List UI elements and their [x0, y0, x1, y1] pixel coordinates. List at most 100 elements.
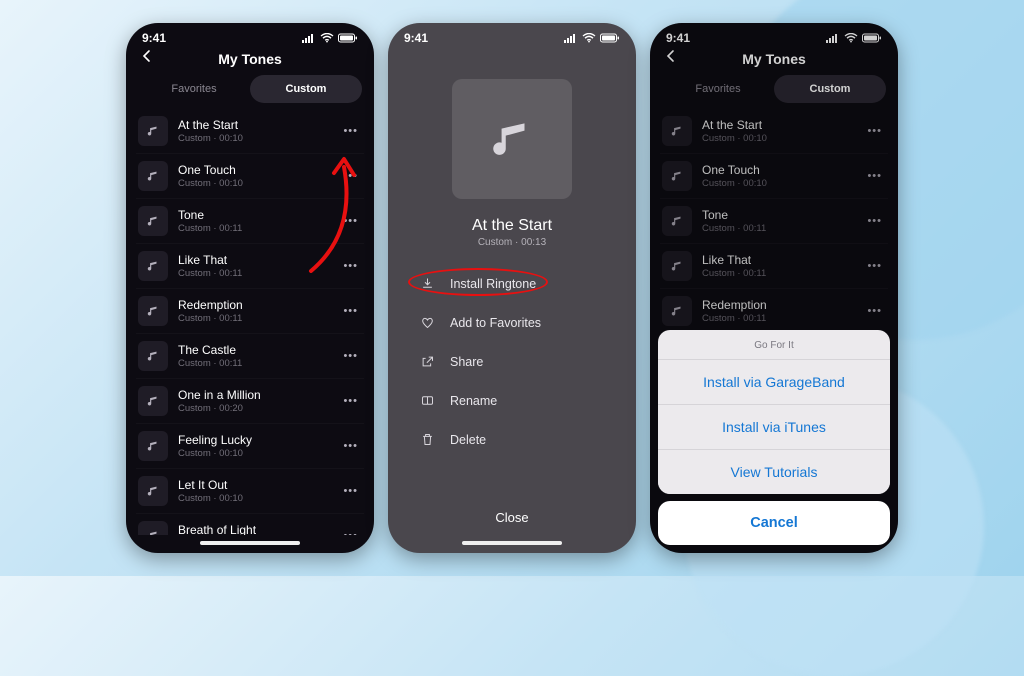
music-note-icon: [138, 341, 168, 371]
tone-title: Redemption: [178, 298, 329, 312]
song-title: At the Start: [472, 217, 552, 235]
music-note-icon: [138, 251, 168, 281]
music-note-icon: [138, 296, 168, 326]
action-delete[interactable]: Delete: [414, 422, 610, 457]
phone-screen-2: 9:41 At the Start Custom · 00:13 Install…: [388, 23, 636, 553]
more-button[interactable]: •••: [339, 391, 362, 411]
music-note-icon: [138, 431, 168, 461]
sheet-option-garageband[interactable]: Install via GarageBand: [658, 360, 890, 405]
tone-title: Let It Out: [178, 478, 329, 492]
music-note-icon: [138, 476, 168, 506]
phone-screen-1: 9:41 My Tones Favorites Custom At the St…: [126, 23, 374, 553]
more-button[interactable]: •••: [339, 526, 362, 535]
more-button[interactable]: •••: [339, 256, 362, 276]
more-button[interactable]: •••: [339, 346, 362, 366]
tab-custom[interactable]: Custom: [250, 75, 362, 103]
battery-icon: [600, 33, 620, 43]
action-list: Install Ringtone Add to Favorites Share …: [414, 266, 610, 457]
tone-subtitle: Custom · 00:10: [178, 493, 329, 504]
status-indicators: [302, 33, 358, 43]
tone-title: One in a Million: [178, 388, 329, 402]
tone-subtitle: Custom · 00:11: [178, 358, 329, 369]
action-rename[interactable]: Rename: [414, 383, 610, 418]
action-label: Install Ringtone: [450, 277, 536, 291]
more-button[interactable]: •••: [339, 436, 362, 456]
tone-subtitle: Custom · 00:11: [178, 223, 329, 234]
list-item[interactable]: Tone Custom · 00:11 •••: [136, 199, 364, 244]
tones-list: At the Start Custom · 00:10 ••• One Touc…: [126, 109, 374, 535]
list-item[interactable]: Like That Custom · 00:11 •••: [136, 244, 364, 289]
music-note-icon: [138, 521, 168, 535]
song-subtitle: Custom · 00:13: [478, 237, 546, 248]
segmented-tabs: Favorites Custom: [138, 75, 362, 103]
tone-subtitle: Custom · 00:10: [178, 448, 329, 459]
more-button[interactable]: •••: [339, 166, 362, 186]
tone-subtitle: Custom · 00:10: [178, 178, 329, 189]
tone-title: Like That: [178, 253, 329, 267]
wifi-icon: [320, 33, 334, 43]
more-button[interactable]: •••: [339, 481, 362, 501]
chevron-left-icon: [140, 49, 154, 63]
action-add-favorite[interactable]: Add to Favorites: [414, 305, 610, 340]
trash-icon: [418, 432, 436, 447]
tone-title: At the Start: [178, 118, 329, 132]
tone-title: The Castle: [178, 343, 329, 357]
list-item[interactable]: Breath of Light Custom · 00:10 •••: [136, 514, 364, 535]
music-note-icon: [138, 206, 168, 236]
list-item[interactable]: Let It Out Custom · 00:10 •••: [136, 469, 364, 514]
battery-icon: [338, 33, 358, 43]
back-button[interactable]: [140, 49, 154, 68]
status-time: 9:41: [404, 31, 428, 45]
sheet-option-itunes[interactable]: Install via iTunes: [658, 405, 890, 450]
status-time: 9:41: [142, 31, 166, 45]
download-icon: [418, 276, 436, 291]
action-label: Share: [450, 355, 483, 369]
action-label: Add to Favorites: [450, 316, 541, 330]
action-share[interactable]: Share: [414, 344, 610, 379]
tone-subtitle: Custom · 00:10: [178, 133, 329, 144]
status-bar: 9:41: [126, 23, 374, 47]
wifi-icon: [582, 33, 596, 43]
sheet-header: Go For It: [658, 330, 890, 360]
nav-bar: My Tones: [126, 47, 374, 75]
more-button[interactable]: •••: [339, 121, 362, 141]
page-title: My Tones: [218, 51, 282, 67]
more-button[interactable]: •••: [339, 301, 362, 321]
tone-title: Breath of Light: [178, 523, 329, 535]
home-indicator[interactable]: [200, 541, 300, 545]
list-item[interactable]: One in a Million Custom · 00:20 •••: [136, 379, 364, 424]
heart-icon: [418, 315, 436, 330]
action-label: Rename: [450, 394, 497, 408]
music-note-icon: [138, 386, 168, 416]
home-indicator[interactable]: [462, 541, 562, 545]
tab-favorites[interactable]: Favorites: [138, 75, 250, 103]
tone-title: One Touch: [178, 163, 329, 177]
album-art: [452, 79, 572, 199]
status-bar: 9:41: [388, 23, 636, 47]
phone-screen-3: 9:41 My Tones Favorites Custom At the St…: [650, 23, 898, 553]
close-button[interactable]: Close: [388, 492, 636, 535]
tone-subtitle: Custom · 00:11: [178, 268, 329, 279]
list-item[interactable]: At the Start Custom · 00:10 •••: [136, 109, 364, 154]
more-button[interactable]: •••: [339, 211, 362, 231]
list-item[interactable]: Feeling Lucky Custom · 00:10 •••: [136, 424, 364, 469]
tone-title: Feeling Lucky: [178, 433, 329, 447]
music-note-icon: [138, 161, 168, 191]
rename-icon: [418, 393, 436, 408]
signal-icon: [564, 33, 578, 43]
list-item[interactable]: Redemption Custom · 00:11 •••: [136, 289, 364, 334]
music-note-icon: [487, 114, 537, 164]
list-item[interactable]: One Touch Custom · 00:10 •••: [136, 154, 364, 199]
tone-subtitle: Custom · 00:11: [178, 313, 329, 324]
sheet-option-tutorials[interactable]: View Tutorials: [658, 450, 890, 494]
list-item[interactable]: The Castle Custom · 00:11 •••: [136, 334, 364, 379]
status-indicators: [564, 33, 620, 43]
action-label: Delete: [450, 433, 486, 447]
action-install-ringtone[interactable]: Install Ringtone: [414, 266, 610, 301]
tone-title: Tone: [178, 208, 329, 222]
action-sheet: Go For It Install via GarageBand Install…: [650, 324, 898, 553]
music-note-icon: [138, 116, 168, 146]
signal-icon: [302, 33, 316, 43]
sheet-cancel[interactable]: Cancel: [658, 501, 890, 545]
share-icon: [418, 354, 436, 369]
